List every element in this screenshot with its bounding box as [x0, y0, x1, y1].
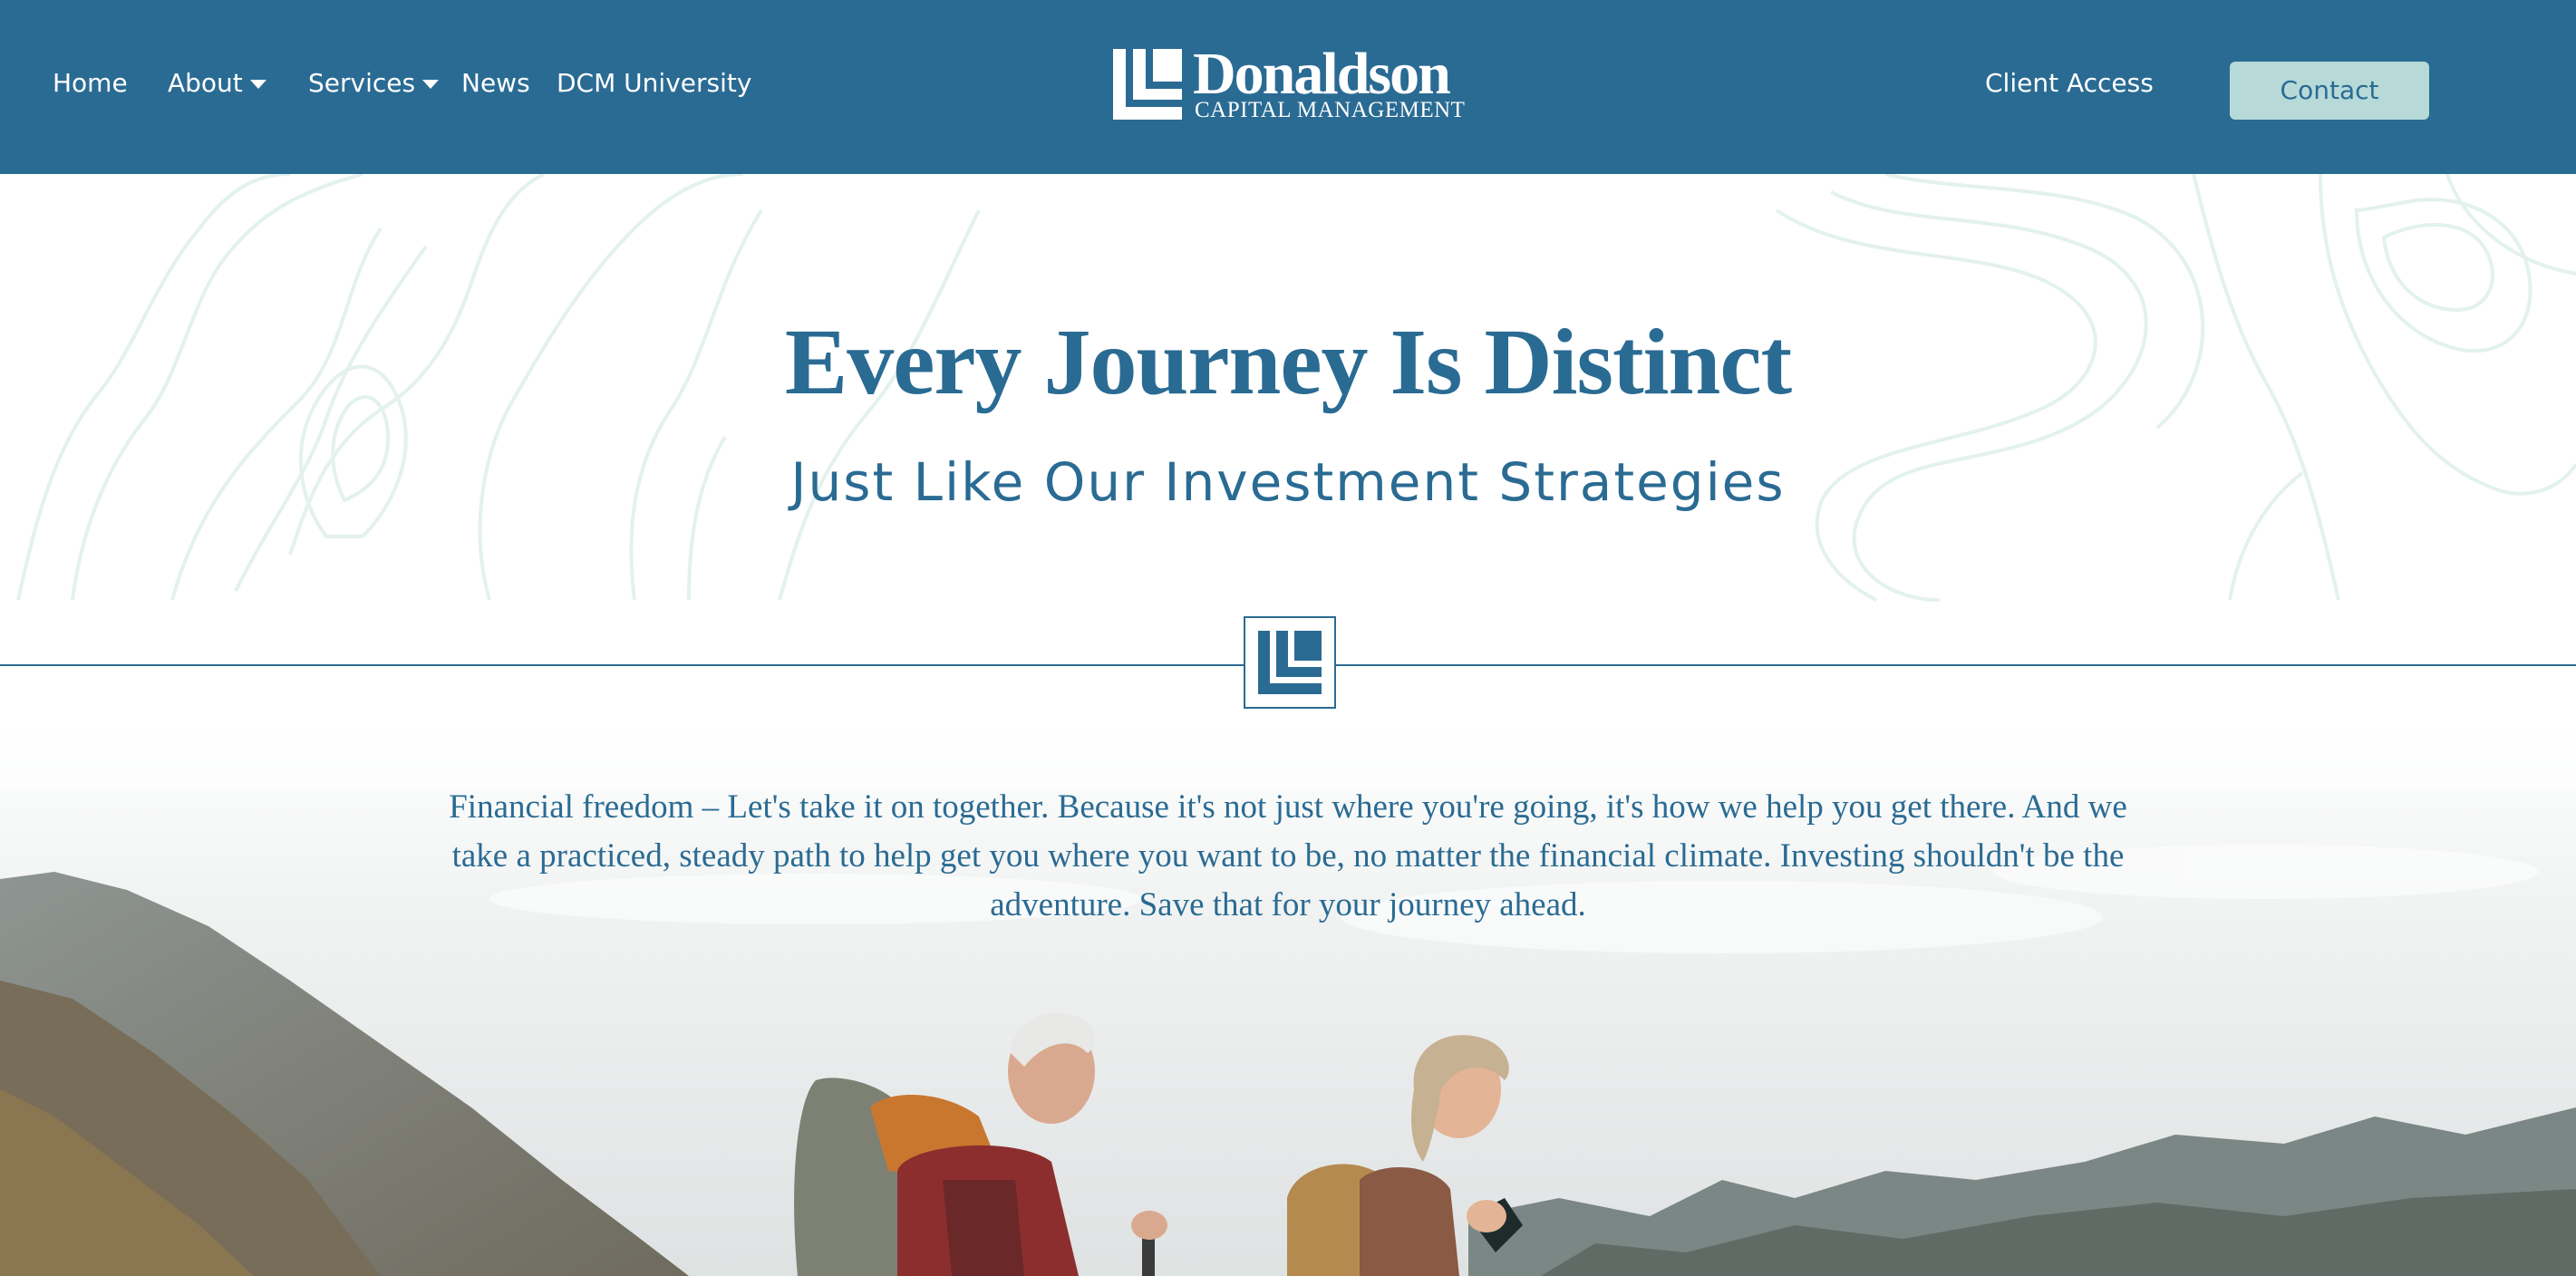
site-header: Home About Services News DCM University …	[0, 0, 2576, 174]
logo-mark-icon	[1258, 631, 1322, 694]
chevron-down-icon	[422, 80, 440, 89]
nav-news[interactable]: News	[461, 65, 530, 102]
nav-about[interactable]: About	[168, 65, 266, 102]
nav-dcm-university-label: DCM University	[557, 68, 752, 98]
logo-subtitle: CAPITAL MANAGEMENT	[1195, 98, 1466, 122]
client-access-link[interactable]: Client Access	[1985, 65, 2154, 102]
nav-services[interactable]: Services	[308, 65, 440, 102]
hero-title: Every Journey Is Distinct	[784, 310, 1792, 414]
site-logo[interactable]: Donaldson CAPITAL MANAGEMENT	[1113, 42, 1467, 123]
logo-mark-icon	[1113, 49, 1182, 120]
contact-button[interactable]: Contact	[2230, 62, 2429, 120]
intro-paragraph: Financial freedom – Let's take it on tog…	[449, 788, 2127, 923]
chevron-down-icon	[249, 80, 266, 89]
nav-news-label: News	[461, 68, 530, 98]
nav-home-label: Home	[53, 68, 128, 98]
nav-about-label: About	[168, 68, 243, 98]
hero-subtitle: Just Like Our Investment Strategies	[790, 451, 1786, 513]
nav-dcm-university[interactable]: DCM University	[557, 65, 751, 102]
divider-badge	[1244, 616, 1336, 709]
nav-home[interactable]: Home	[53, 65, 128, 102]
nav-services-label: Services	[308, 68, 416, 98]
